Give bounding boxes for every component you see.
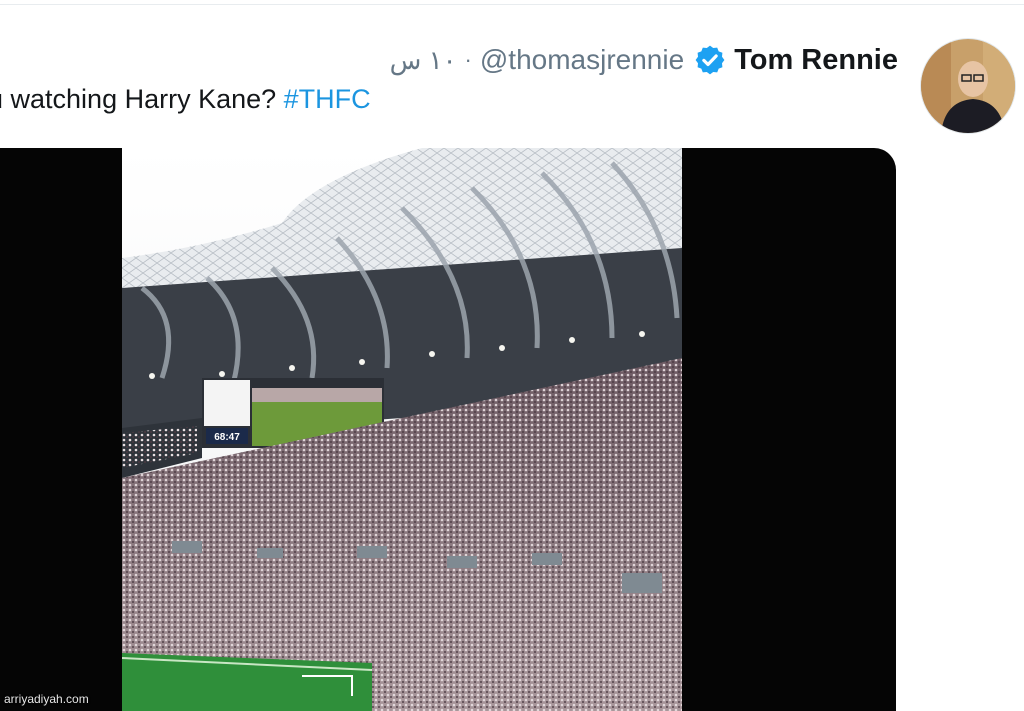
watermark: arriyadiyah.com bbox=[4, 692, 89, 706]
top-divider bbox=[0, 4, 1024, 5]
video-player[interactable]: 68:47 bbox=[0, 148, 896, 711]
tweet-text: u watching Harry Kane? #THFC bbox=[0, 84, 371, 124]
avatar-photo bbox=[921, 39, 1015, 133]
avatar[interactable] bbox=[920, 38, 1016, 134]
header-separator: · bbox=[464, 47, 472, 72]
hashtag-link[interactable]: #THFC bbox=[284, 84, 371, 114]
stadium-video-frame: 68:47 bbox=[122, 148, 682, 711]
tweet-text-body: u watching Harry Kane? bbox=[0, 84, 284, 114]
tweet-header: ١٠ س · @thomasjrennie Tom Rennie bbox=[390, 40, 898, 80]
user-handle[interactable]: @thomasjrennie bbox=[480, 44, 684, 76]
user-display-name[interactable]: Tom Rennie bbox=[734, 44, 898, 77]
tweet-time[interactable]: ١٠ س bbox=[390, 45, 457, 76]
verified-badge-icon bbox=[695, 45, 725, 75]
scoreboard-clock: 68:47 bbox=[214, 432, 240, 443]
